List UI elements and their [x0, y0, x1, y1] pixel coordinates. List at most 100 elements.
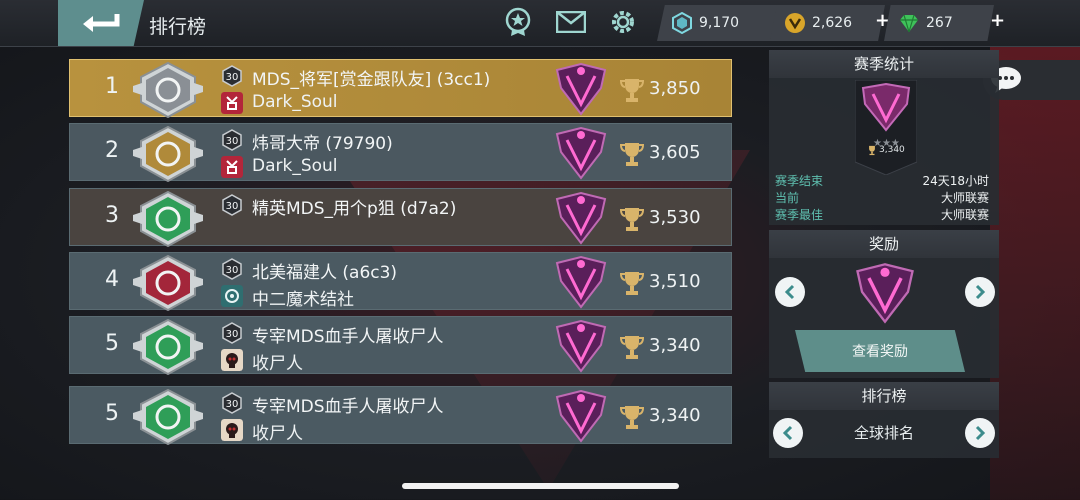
player-name: 精英MDS_用个p狙 (d7a2): [252, 199, 457, 219]
achievements-button[interactable]: [503, 7, 533, 37]
clan-name: Dark_Soul: [252, 156, 338, 176]
leaderboard-row[interactable]: 5 30 专宰MDS血手人屠收尸人 收尸人 3,340: [69, 316, 732, 375]
gold-value: 2,626: [812, 15, 853, 31]
clan-emblem-icon: [221, 156, 243, 178]
gem-icon: [900, 14, 918, 33]
season-stats-title: 赛季统计: [769, 50, 999, 78]
crystal-currency: 9,170: [657, 5, 787, 41]
level-number: 30: [226, 399, 239, 410]
reward-prev-button[interactable]: [775, 277, 805, 307]
stat-row-season-best: 赛季最佳 大师联赛: [775, 206, 989, 223]
rank-badge-icon: [133, 126, 203, 182]
crystal-icon: [672, 12, 692, 34]
gold-currency: 2,626: [770, 5, 885, 41]
player-name: 专宰MDS血手人屠收尸人: [252, 327, 444, 347]
clan-name: Dark_Soul: [252, 92, 338, 112]
chevron-right-icon: [975, 284, 986, 300]
season-rank-banner: ★★★: [855, 80, 917, 175]
banner-trophy-score: 3,340: [879, 145, 905, 155]
trophy-score: 3,530: [649, 207, 701, 228]
ranking-scope-panel: 排行榜 全球排名: [769, 382, 999, 458]
leaderboard-row[interactable]: 1 30 MDS_将军[赏金跟队友] (3cc1) Dark_Soul 3,850: [69, 59, 732, 118]
trophy-icon: [620, 208, 644, 231]
reward-emblem: [856, 263, 914, 324]
season-stats-panel: 赛季统计 ★★★ 3,340 赛季结束 24天18小时 当前 大师联赛 赛季最佳…: [769, 50, 999, 225]
background-red-strip: [990, 40, 1080, 500]
clan-emblem-icon: [221, 349, 243, 371]
leaderboard-row[interactable]: 3 30 精英MDS_用个p狙 (d7a2) 3,530: [69, 188, 732, 247]
gear-icon: [612, 11, 634, 33]
banner-trophy-icon: [869, 145, 875, 156]
top-bar: 排行榜 9,170 2,626 + 267 +: [0, 0, 1080, 47]
stat-value: 24天18小时: [922, 174, 989, 188]
view-rewards-button[interactable]: 查看奖励: [795, 330, 965, 372]
rank-badge-icon: [133, 319, 203, 375]
trophy-score: 3,340: [649, 335, 701, 356]
back-arrow-icon: [83, 14, 120, 32]
chevron-left-icon: [784, 284, 795, 300]
trophy-icon: [620, 143, 644, 166]
stat-key: 赛季最佳: [775, 208, 824, 222]
league-emblem-icon: [555, 389, 607, 443]
stat-key: 赛季结束: [775, 174, 824, 188]
trophy-icon: [620, 336, 644, 359]
envelope-icon: [556, 11, 586, 33]
stat-row-current: 当前 大师联赛: [775, 189, 989, 206]
player-name: 炜哥大帝 (79790): [252, 134, 393, 154]
league-emblem-icon: [555, 62, 607, 116]
clan-name: 中二魔术结社: [252, 290, 354, 310]
level-badge-icon: 30: [222, 392, 242, 414]
buy-gem-plus-icon[interactable]: +: [990, 10, 1005, 31]
trophy-score: 3,510: [649, 271, 701, 292]
gold-coin-icon: [785, 13, 805, 33]
level-badge-icon: 30: [222, 194, 242, 216]
clan-name: 收尸人: [252, 424, 303, 444]
gem-value: 267: [926, 15, 953, 31]
clan-emblem-icon: [221, 285, 243, 307]
leaderboard-row[interactable]: 5 30 专宰MDS血手人屠收尸人 收尸人 3,340: [69, 386, 732, 445]
level-number: 30: [226, 136, 239, 147]
page-title: 排行榜: [149, 16, 207, 38]
leaderboard-row[interactable]: 4 30 北美福建人 (a6c3) 中二魔术结社 3,510: [69, 252, 732, 311]
chevron-right-icon: [975, 425, 986, 441]
ranking-next-button[interactable]: [965, 418, 995, 448]
level-badge-icon: 30: [222, 65, 242, 87]
league-emblem-icon: [555, 191, 607, 245]
settings-button[interactable]: [608, 7, 638, 37]
leaderboard-row[interactable]: 2 30 炜哥大帝 (79790) Dark_Soul 3,605: [69, 123, 732, 182]
rewards-title: 奖励: [769, 230, 999, 258]
stat-value: 大师联赛: [940, 191, 989, 205]
clan-emblem-icon: [221, 92, 243, 114]
clan-name: 收尸人: [252, 354, 303, 374]
trophy-icon: [620, 272, 644, 295]
player-name: MDS_将军[赏金跟队友] (3cc1): [252, 70, 491, 90]
league-emblem-icon: [555, 126, 607, 180]
league-emblem-icon: [555, 319, 607, 373]
stat-row-season-end: 赛季结束 24天18小时: [775, 172, 989, 189]
trophy-score: 3,340: [649, 405, 701, 426]
player-name: 专宰MDS血手人屠收尸人: [252, 397, 444, 417]
clan-emblem-icon: [221, 419, 243, 441]
chevron-left-icon: [782, 425, 793, 441]
level-badge-icon: 30: [222, 129, 242, 151]
level-number: 30: [226, 329, 239, 340]
star-medal-icon: [505, 7, 531, 36]
rank-badge-icon: [133, 389, 203, 445]
rank-badge-icon: [133, 191, 203, 247]
level-number: 30: [226, 265, 239, 276]
trophy-icon: [620, 79, 644, 102]
trophy-score: 3,605: [649, 142, 701, 163]
level-number: 30: [226, 201, 239, 212]
level-badge-icon: 30: [222, 258, 242, 280]
mail-button[interactable]: [556, 7, 586, 37]
ranking-prev-button[interactable]: [773, 418, 803, 448]
player-name: 北美福建人 (a6c3): [252, 263, 398, 283]
back-button[interactable]: [58, 0, 144, 46]
level-number: 30: [226, 72, 239, 83]
reward-next-button[interactable]: [965, 277, 995, 307]
home-indicator: [402, 483, 679, 489]
ranking-scope-title: 排行榜: [769, 382, 999, 410]
rank-badge-icon: [133, 62, 203, 118]
stat-value: 大师联赛: [940, 208, 989, 222]
trophy-icon: [620, 406, 644, 429]
